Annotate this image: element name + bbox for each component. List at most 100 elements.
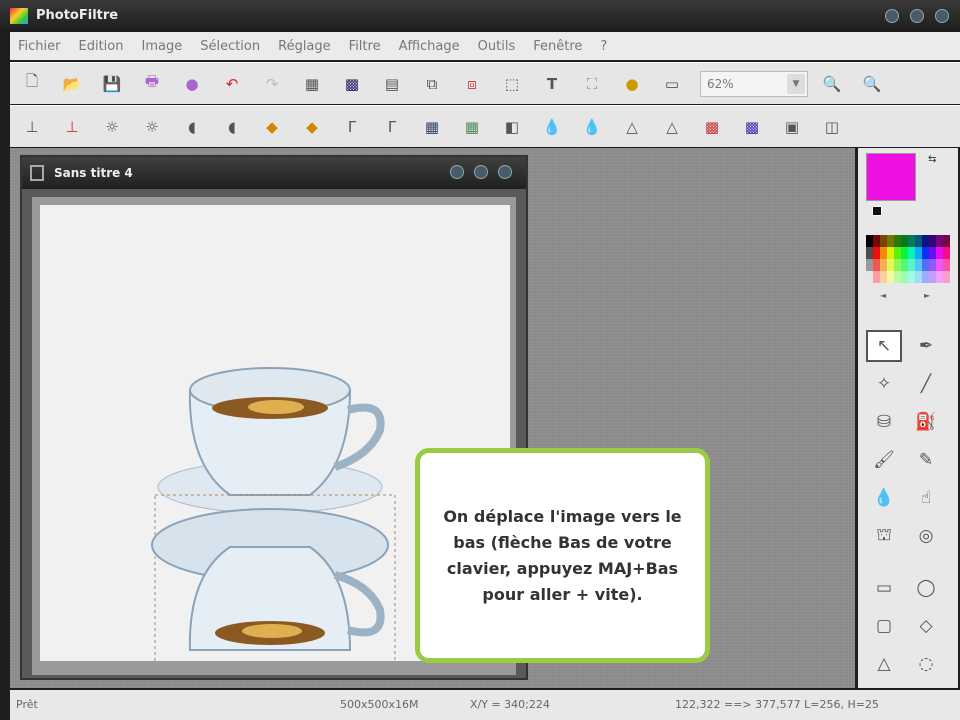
palette-color[interactable] [873,235,880,247]
palette-color[interactable] [915,271,922,283]
redo-icon[interactable]: ↷ [260,72,284,96]
palette-color[interactable] [887,247,894,259]
menu-image[interactable]: Image [141,39,182,54]
line-tool-icon[interactable]: ╱ [908,368,944,400]
effects-icon[interactable]: ▣ [780,115,804,139]
fill-bucket-icon[interactable]: ⛁ [866,406,902,438]
palette-color[interactable] [894,247,901,259]
menu-reglage[interactable]: Réglage [278,39,331,54]
foreground-color-swatch[interactable] [866,153,916,201]
palette-color[interactable] [866,259,873,271]
window-icon[interactable]: ▭ [660,72,684,96]
triangle-icon[interactable]: △ [866,648,902,680]
sepia-icon[interactable]: ▦ [460,115,484,139]
plugin-icon[interactable]: ● [620,72,644,96]
maximize-button[interactable] [910,9,924,23]
text-icon[interactable]: T [540,72,564,96]
palette-color[interactable] [929,259,936,271]
menu-fichier[interactable]: Fichier [18,39,61,54]
palette-color[interactable] [880,271,887,283]
print-icon[interactable]: 🖶 [140,72,164,96]
sharpen-icon[interactable]: 💧 [580,115,604,139]
color-icon[interactable]: ▩ [700,115,724,139]
menu-edition[interactable]: Edition [79,39,124,54]
palette-color[interactable] [936,247,943,259]
palette-color[interactable] [936,235,943,247]
clone-icon[interactable]: ◎ [908,520,944,552]
palette-color[interactable] [887,271,894,283]
cut-icon[interactable]: ▦ [300,72,324,96]
background-color-swatch[interactable] [872,206,882,216]
save-icon[interactable]: 💾 [100,72,124,96]
stamp-icon[interactable]: ⛫ [866,520,902,552]
palette-color[interactable] [901,235,908,247]
palette-color[interactable] [880,247,887,259]
chevron-down-icon[interactable]: ▼ [787,73,805,94]
blur-drop-icon[interactable]: 💧 [866,482,902,514]
selection-tool-icon[interactable]: ↖ [866,330,902,362]
canvas-size-icon[interactable]: ⧈ [460,72,484,96]
palette-color[interactable] [929,235,936,247]
palette-color[interactable] [894,271,901,283]
palette-color[interactable] [922,259,929,271]
emboss-icon[interactable]: △ [660,115,684,139]
contrast-minus-icon[interactable]: ◖ [220,115,244,139]
palette-color[interactable] [915,247,922,259]
menu-help[interactable]: ? [600,39,607,54]
menu-selection[interactable]: Sélection [200,39,260,54]
paste-icon[interactable]: ▤ [380,72,404,96]
blur-icon[interactable]: 💧 [540,115,564,139]
ellipse-icon[interactable]: ◯ [908,572,944,604]
preferences-icon[interactable]: ◫ [820,115,844,139]
palette-color[interactable] [880,235,887,247]
zoom-in-icon[interactable]: 🔍 [820,72,844,96]
magic-wand-icon[interactable]: ✧ [866,368,902,400]
eyedropper-icon[interactable]: ✒ [908,330,944,362]
close-button[interactable] [935,9,949,23]
palette-color[interactable] [866,271,873,283]
palette-color[interactable] [943,271,950,283]
copy-icon[interactable]: ▩ [340,72,364,96]
lasso-icon[interactable]: ◌ [908,648,944,680]
menu-outils[interactable]: Outils [478,39,516,54]
palette-color[interactable] [915,259,922,271]
contrast-plus-icon[interactable]: ◖ [180,115,204,139]
menu-filtre[interactable]: Filtre [349,39,381,54]
rectangle-icon[interactable]: ▭ [866,572,902,604]
spray-icon[interactable]: ⛽ [908,406,944,438]
palette-color[interactable] [901,247,908,259]
auto-contrast-icon[interactable]: ⊥ [60,115,84,139]
palette-color[interactable] [908,271,915,283]
palette-color[interactable] [908,235,915,247]
gradient-icon[interactable]: ▩ [740,115,764,139]
brush-icon[interactable]: 🖌 [866,444,902,476]
brightness-minus-icon[interactable]: ☼ [140,115,164,139]
palette-color[interactable] [922,235,929,247]
palette-color[interactable] [901,271,908,283]
palette-color[interactable] [936,259,943,271]
palette-color[interactable] [901,259,908,271]
gamma-plus-icon[interactable]: Γ [340,115,364,139]
swap-colors-icon[interactable]: ⇆ [928,154,936,165]
menu-fenetre[interactable]: Fenêtre [533,39,582,54]
palette-color[interactable] [887,259,894,271]
auto-levels-icon[interactable]: ⊥ [20,115,44,139]
saturation-plus-icon[interactable]: ◆ [260,115,284,139]
palette-color[interactable] [943,259,950,271]
soften-icon[interactable]: △ [620,115,644,139]
menu-affichage[interactable]: Affichage [399,39,460,54]
palette-color[interactable] [929,247,936,259]
scan-icon[interactable]: ● [180,72,204,96]
palette-color[interactable] [873,259,880,271]
open-icon[interactable]: 📂 [60,72,84,96]
palette-color[interactable] [908,259,915,271]
rounded-rect-icon[interactable]: ▢ [866,610,902,642]
palette-color[interactable] [887,235,894,247]
palette-color[interactable] [922,247,929,259]
palette-color[interactable] [866,247,873,259]
new-icon[interactable]: 🗋 [20,72,44,96]
palette-color[interactable] [943,247,950,259]
mirror-icon[interactable]: ◧ [500,115,524,139]
palette-color[interactable] [894,259,901,271]
advanced-brush-icon[interactable]: ✎ [908,444,944,476]
